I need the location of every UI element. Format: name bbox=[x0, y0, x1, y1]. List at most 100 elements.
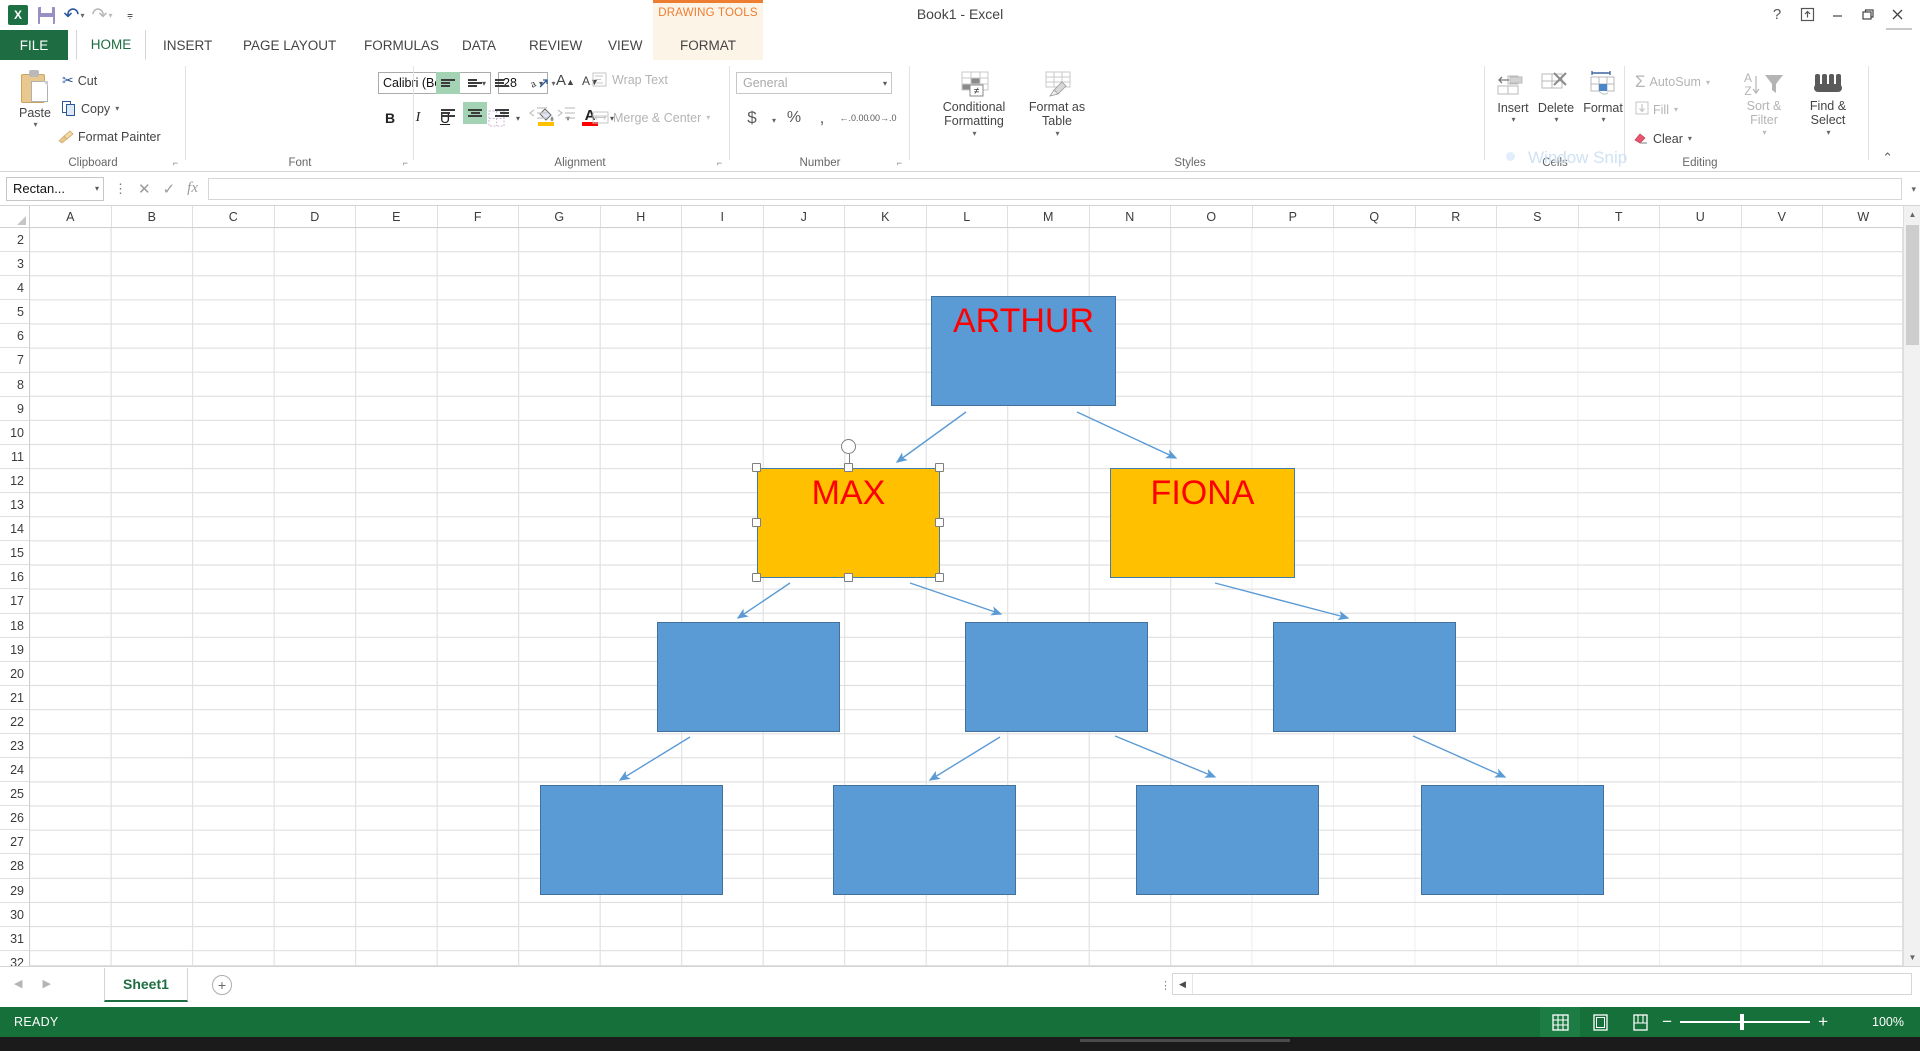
restore-icon[interactable] bbox=[1852, 2, 1882, 26]
scroll-left-icon[interactable]: ◀ bbox=[1173, 974, 1193, 994]
zoom-slider[interactable] bbox=[1680, 1014, 1811, 1030]
sort-filter-button[interactable]: AZ Sort & Filter ▾ bbox=[1733, 70, 1795, 137]
tab-insert[interactable]: INSERT bbox=[152, 30, 223, 60]
scroll-up-icon[interactable]: ▲ bbox=[1904, 206, 1920, 223]
name-box-caret-icon[interactable]: ▾ bbox=[95, 184, 99, 193]
percent-format-button[interactable]: % bbox=[782, 106, 806, 130]
format-cells-button[interactable]: Format ▾ bbox=[1579, 70, 1627, 125]
bold-button[interactable]: B bbox=[378, 106, 402, 130]
previous-sheet-icon[interactable]: ◀ bbox=[14, 977, 22, 990]
clipboard-dialog-launcher[interactable]: ⌐ bbox=[173, 158, 178, 168]
close-icon[interactable] bbox=[1882, 2, 1912, 26]
shape-root[interactable]: ARTHUR bbox=[931, 296, 1116, 406]
confirm-check-icon[interactable]: ✓ bbox=[163, 180, 176, 198]
increase-decimal-button[interactable]: ←.0.00 bbox=[839, 106, 868, 130]
sheet-tab-sheet1[interactable]: Sheet1 bbox=[104, 968, 188, 1002]
merge-center-button[interactable]: Merge & Center ▾ bbox=[592, 110, 710, 125]
insert-function-icon[interactable]: fx bbox=[187, 180, 198, 197]
currency-format-button[interactable]: $ bbox=[740, 106, 764, 130]
tab-home[interactable]: HOME bbox=[76, 30, 146, 60]
tab-file[interactable]: FILE bbox=[0, 30, 68, 60]
resize-handle-w[interactable] bbox=[752, 518, 761, 527]
delete-cells-button[interactable]: Delete ▾ bbox=[1533, 70, 1579, 125]
number-format-caret-icon[interactable]: ▾ bbox=[883, 79, 887, 88]
zoom-slider-thumb[interactable] bbox=[1740, 1014, 1745, 1030]
decrease-indent-button[interactable] bbox=[526, 102, 550, 124]
vertical-scrollbar[interactable]: ▲ ▼ bbox=[1903, 206, 1920, 966]
resize-handle-s[interactable] bbox=[843, 573, 853, 582]
zoom-out-button[interactable]: − bbox=[1662, 1012, 1672, 1032]
shape-g4[interactable] bbox=[1421, 785, 1604, 895]
comma-format-button[interactable]: , bbox=[810, 106, 834, 130]
align-top-button[interactable] bbox=[436, 72, 460, 94]
name-box[interactable]: Rectan... ▾ bbox=[6, 176, 104, 201]
horizontal-scrollbar[interactable]: ◀ bbox=[1172, 973, 1912, 995]
scroll-down-icon[interactable]: ▼ bbox=[1904, 949, 1920, 966]
vertical-scroll-thumb[interactable] bbox=[1906, 225, 1919, 345]
horizontal-split-handle[interactable]: ⋮ bbox=[1160, 979, 1172, 992]
tab-format[interactable]: FORMAT bbox=[653, 30, 763, 60]
rotation-handle[interactable] bbox=[840, 439, 856, 454]
format-caret-icon[interactable]: ▾ bbox=[1601, 115, 1605, 124]
ribbon-display-icon[interactable] bbox=[1792, 2, 1822, 26]
tab-page-layout[interactable]: PAGE LAYOUT bbox=[232, 30, 347, 60]
clear-button[interactable]: Clear ▾ bbox=[1633, 130, 1692, 147]
find-select-caret-icon[interactable]: ▾ bbox=[1826, 128, 1830, 137]
align-bottom-button[interactable] bbox=[490, 72, 514, 94]
page-layout-view-button[interactable] bbox=[1580, 1007, 1620, 1037]
alignment-dialog-launcher[interactable]: ⌐ bbox=[717, 158, 722, 168]
shape-fiona[interactable]: FIONA bbox=[1110, 468, 1295, 578]
cancel-x-icon[interactable]: ✕ bbox=[138, 180, 151, 198]
conditional-formatting-caret-icon[interactable]: ▾ bbox=[972, 129, 976, 138]
align-left-button[interactable] bbox=[436, 102, 460, 124]
formula-input[interactable] bbox=[207, 177, 1902, 200]
italic-button[interactable]: I bbox=[406, 106, 430, 130]
cut-button[interactable]: ✂ Cut bbox=[62, 72, 97, 89]
expand-formula-bar-icon[interactable]: ▾ bbox=[1911, 184, 1916, 195]
number-dialog-launcher[interactable]: ⌐ bbox=[897, 158, 902, 168]
collapse-ribbon-icon[interactable]: ⌃ bbox=[1882, 150, 1893, 166]
format-as-table-caret-icon[interactable]: ▾ bbox=[1055, 129, 1059, 138]
format-as-table-button[interactable]: Format as Table ▾ bbox=[1022, 70, 1092, 138]
sort-filter-caret-icon[interactable]: ▾ bbox=[1762, 128, 1766, 137]
tab-formulas[interactable]: FORMULAS bbox=[353, 30, 450, 60]
resize-handle-se[interactable] bbox=[935, 573, 944, 582]
resize-handle-n[interactable] bbox=[843, 463, 853, 472]
shape-g2[interactable] bbox=[833, 785, 1016, 895]
copy-button[interactable]: Copy ▾ bbox=[62, 101, 119, 116]
font-dialog-launcher[interactable]: ⌐ bbox=[403, 158, 408, 168]
resize-handle-nw[interactable] bbox=[752, 463, 761, 472]
decrease-decimal-button[interactable]: .00 →.0 bbox=[867, 106, 896, 130]
help-icon[interactable]: ? bbox=[1762, 2, 1792, 26]
shape-c2[interactable] bbox=[965, 622, 1148, 732]
shape-g3[interactable] bbox=[1136, 785, 1319, 895]
shape-g1[interactable] bbox=[540, 785, 723, 895]
insert-cells-button[interactable]: Insert ▾ bbox=[1491, 70, 1535, 125]
paste-caret-icon[interactable]: ▾ bbox=[33, 120, 37, 129]
formula-bar-resize-handle[interactable]: ⋮ bbox=[114, 181, 128, 197]
align-right-button[interactable] bbox=[490, 102, 514, 124]
fill-caret-icon[interactable]: ▾ bbox=[1674, 105, 1678, 114]
align-middle-vertical-button[interactable] bbox=[463, 72, 487, 94]
page-break-preview-button[interactable] bbox=[1620, 1007, 1660, 1037]
resize-handle-sw[interactable] bbox=[752, 573, 761, 582]
delete-caret-icon[interactable]: ▾ bbox=[1554, 115, 1558, 124]
normal-view-button[interactable] bbox=[1540, 1007, 1580, 1037]
find-select-button[interactable]: Find & Select ▾ bbox=[1797, 70, 1859, 137]
fill-button[interactable]: Fill ▾ bbox=[1635, 101, 1678, 118]
autosum-caret-icon[interactable]: ▾ bbox=[1706, 78, 1710, 87]
increase-indent-button[interactable] bbox=[554, 102, 578, 124]
paste-button[interactable]: Paste ▾ bbox=[8, 70, 62, 130]
shape-c3[interactable] bbox=[1273, 622, 1456, 732]
copy-caret-icon[interactable]: ▾ bbox=[115, 104, 119, 113]
autosum-button[interactable]: Σ AutoSum ▾ bbox=[1635, 72, 1710, 92]
tab-review[interactable]: REVIEW bbox=[518, 30, 593, 60]
wrap-text-button[interactable]: Wrap Text bbox=[592, 72, 668, 87]
tab-view[interactable]: VIEW bbox=[597, 30, 654, 60]
conditional-formatting-button[interactable]: ≠ Conditional Formatting ▾ bbox=[928, 70, 1020, 138]
clear-caret-icon[interactable]: ▾ bbox=[1688, 134, 1692, 143]
align-center-button[interactable] bbox=[463, 102, 487, 124]
next-sheet-icon[interactable]: ▶ bbox=[42, 977, 50, 990]
add-sheet-button[interactable]: + bbox=[212, 975, 232, 995]
insert-caret-icon[interactable]: ▾ bbox=[1511, 115, 1515, 124]
